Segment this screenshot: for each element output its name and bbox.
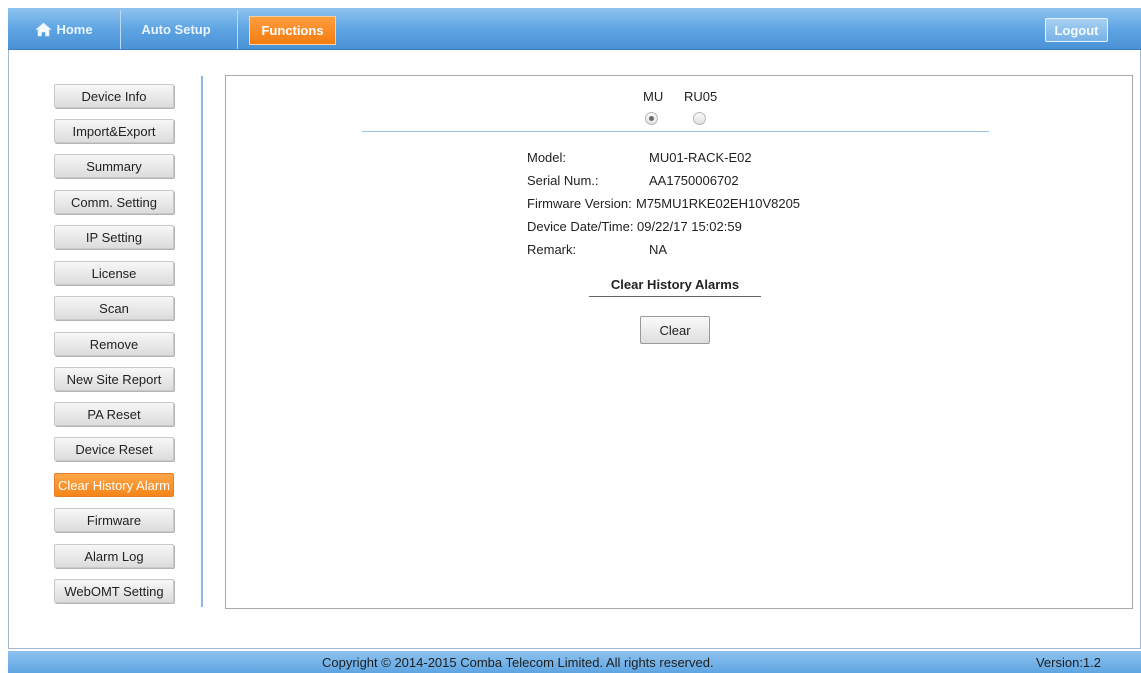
datetime-label: Device Date/Time:: [527, 219, 634, 234]
sidebar-item-scan[interactable]: Scan: [54, 296, 174, 320]
clear-history-alarms-title: Clear History Alarms: [589, 277, 761, 297]
sidebar-item-comm-setting[interactable]: Comm. Setting: [54, 190, 174, 214]
sidebar-item-ip-setting[interactable]: IP Setting: [54, 225, 174, 249]
frame-bottom-border: [8, 648, 1141, 649]
nav-divider: [237, 10, 238, 49]
nav-divider: [120, 10, 121, 49]
copyright-text: Copyright © 2014-2015 Comba Telecom Limi…: [322, 655, 714, 670]
radio-mu[interactable]: [645, 112, 658, 125]
radio-ru05[interactable]: [693, 112, 706, 125]
sidebar-item-pa-reset[interactable]: PA Reset: [54, 402, 174, 426]
radio-label-mu: MU: [643, 89, 664, 104]
serial-label: Serial Num.:: [527, 173, 599, 188]
model-label: Model:: [527, 150, 567, 165]
sidebar-item-new-site-report[interactable]: New Site Report: [54, 367, 174, 391]
sidebar-item-license[interactable]: License: [54, 261, 174, 285]
sidebar-item-firmware[interactable]: Firmware: [54, 508, 174, 532]
auto-setup-tab[interactable]: Auto Setup: [122, 10, 230, 49]
remark-label: Remark:: [527, 242, 577, 257]
sidebar-item-device-reset[interactable]: Device Reset: [54, 437, 174, 461]
sidebar: Device Info Import&Export Summary Comm. …: [47, 76, 203, 607]
clear-button[interactable]: Clear: [640, 316, 710, 344]
sidebar-item-webomt-setting[interactable]: WebOMT Setting: [54, 579, 174, 603]
sidebar-item-summary[interactable]: Summary: [54, 154, 174, 178]
content-panel: MU RU05 Model: MU01-RACK-E02 Serial Num.…: [225, 75, 1133, 609]
divider: [362, 131, 989, 132]
sidebar-item-import-export[interactable]: Import&Export: [54, 119, 174, 143]
sidebar-item-remove[interactable]: Remove: [54, 332, 174, 356]
top-nav-bar: Home Auto Setup Functions Logout: [8, 8, 1141, 50]
serial-value: AA1750006702: [649, 173, 739, 188]
sidebar-item-alarm-log[interactable]: Alarm Log: [54, 544, 174, 568]
model-value: MU01-RACK-E02: [649, 150, 752, 165]
home-tab-label: Home: [56, 22, 93, 37]
footer: Copyright © 2014-2015 Comba Telecom Limi…: [8, 651, 1141, 673]
datetime-value: 09/22/17 15:02:59: [637, 219, 742, 234]
remark-value: NA: [649, 242, 668, 257]
logout-button[interactable]: Logout: [1045, 18, 1108, 42]
home-tab[interactable]: Home: [8, 10, 120, 49]
firmware-value: M75MU1RKE02EH10V8205: [636, 196, 801, 211]
home-icon: [35, 22, 53, 37]
version-text: Version:1.2: [1035, 655, 1101, 670]
functions-tab[interactable]: Functions: [249, 16, 336, 45]
sidebar-item-clear-history-alarm[interactable]: Clear History Alarm: [54, 473, 174, 497]
radio-label-ru05: RU05: [684, 89, 718, 104]
firmware-label: Firmware Version:: [527, 196, 632, 211]
sidebar-item-device-info[interactable]: Device Info: [54, 84, 174, 108]
